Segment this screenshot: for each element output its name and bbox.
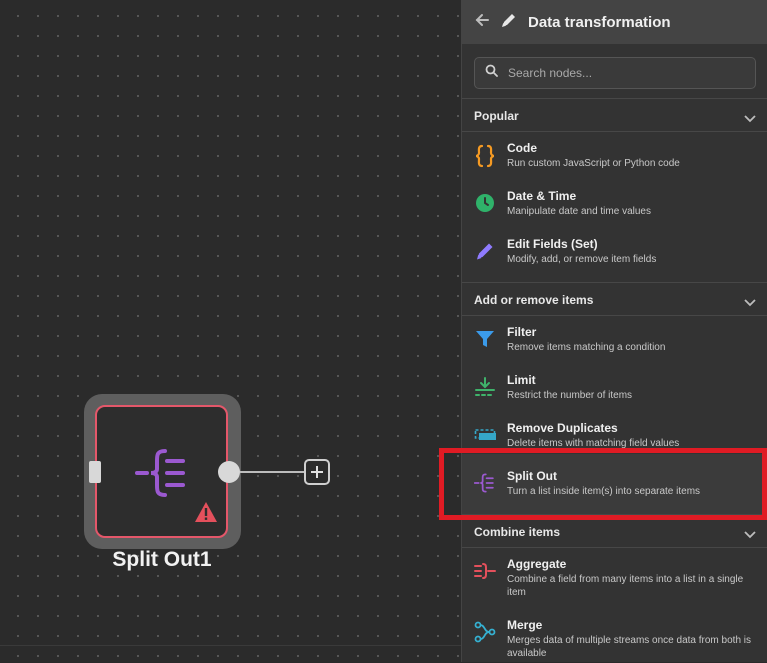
add-node-button[interactable]	[304, 459, 330, 485]
search-icon	[485, 64, 498, 82]
aggregate-icon	[474, 560, 496, 582]
section-add-or-remove-items[interactable]: Add or remove items	[462, 282, 767, 316]
node-output-handle[interactable]	[218, 461, 240, 483]
node-label: Split Out1	[112, 548, 212, 571]
search-box[interactable]	[474, 57, 756, 89]
panel-header: Data transformation	[462, 0, 767, 44]
item-description: Modify, add, or remove item fields	[507, 254, 657, 265]
section-popular[interactable]: Popular	[462, 98, 767, 132]
item-description: Combine a field from many items into a l…	[507, 574, 744, 598]
warning-icon[interactable]	[194, 501, 218, 528]
item-description: Turn a list inside item(s) into separate…	[507, 486, 701, 497]
node-item-edit-fields[interactable]: Edit Fields (Set) Modify, add, or remove…	[462, 232, 767, 280]
node-item-filter[interactable]: Filter Remove items matching a condition	[462, 320, 767, 368]
filter-icon	[474, 328, 496, 350]
back-arrow-icon[interactable]	[474, 12, 490, 33]
canvas-bottom-border	[0, 645, 461, 663]
clock-icon	[474, 192, 496, 214]
split-out-icon	[135, 445, 191, 506]
plus-icon	[311, 466, 323, 478]
item-description: Restrict the number of items	[507, 390, 633, 401]
node-item-limit[interactable]: Limit Restrict the number of items	[462, 368, 767, 416]
node-item-merge[interactable]: Merge Merges data of multiple streams on…	[462, 613, 767, 662]
section-title: Add or remove items	[474, 293, 594, 307]
node-item-split-out[interactable]: Split Out Turn a list inside item(s) int…	[462, 464, 767, 512]
pencil-icon	[474, 240, 496, 262]
node-item-code[interactable]: Code Run custom JavaScript or Python cod…	[462, 136, 767, 184]
item-title: Limit	[507, 373, 536, 387]
split-out-node[interactable]	[95, 405, 228, 538]
node-input-handle[interactable]	[89, 461, 101, 483]
item-title: Filter	[507, 325, 537, 339]
chevron-down-icon[interactable]	[744, 526, 756, 544]
item-title: Split Out	[507, 469, 557, 483]
remove-duplicates-icon	[474, 424, 496, 446]
item-title: Edit Fields (Set)	[507, 237, 598, 251]
item-description: Merges data of multiple streams once dat…	[507, 635, 752, 659]
item-title: Date & Time	[507, 189, 577, 203]
item-title: Merge	[507, 618, 543, 632]
search-input[interactable]	[506, 65, 740, 81]
item-description: Manipulate date and time values	[507, 206, 651, 217]
chevron-down-icon[interactable]	[744, 110, 756, 128]
pencil-icon	[500, 11, 518, 34]
merge-icon	[474, 621, 496, 643]
split-out-icon	[473, 472, 496, 494]
node-item-date-time[interactable]: Date & Time Manipulate date and time val…	[462, 184, 767, 232]
panel-title: Data transformation	[528, 13, 671, 31]
item-title: Code	[507, 141, 537, 155]
output-connector-line	[240, 471, 304, 473]
item-description: Run custom JavaScript or Python code	[507, 158, 680, 169]
section-title: Popular	[474, 109, 519, 123]
chevron-down-icon[interactable]	[744, 294, 756, 312]
limit-icon	[474, 376, 496, 398]
section-combine-items[interactable]: Combine items	[462, 514, 767, 548]
item-description: Remove items matching a condition	[507, 342, 666, 353]
code-braces-icon	[474, 144, 496, 168]
node-item-aggregate[interactable]: Aggregate Combine a field from many item…	[462, 552, 767, 610]
section-title: Combine items	[474, 525, 561, 539]
item-description: Delete items with matching field values	[507, 438, 680, 449]
node-creator-panel: Data transformation Popular Code Run	[461, 0, 767, 662]
item-title: Remove Duplicates	[507, 421, 618, 435]
item-title: Aggregate	[507, 557, 567, 571]
